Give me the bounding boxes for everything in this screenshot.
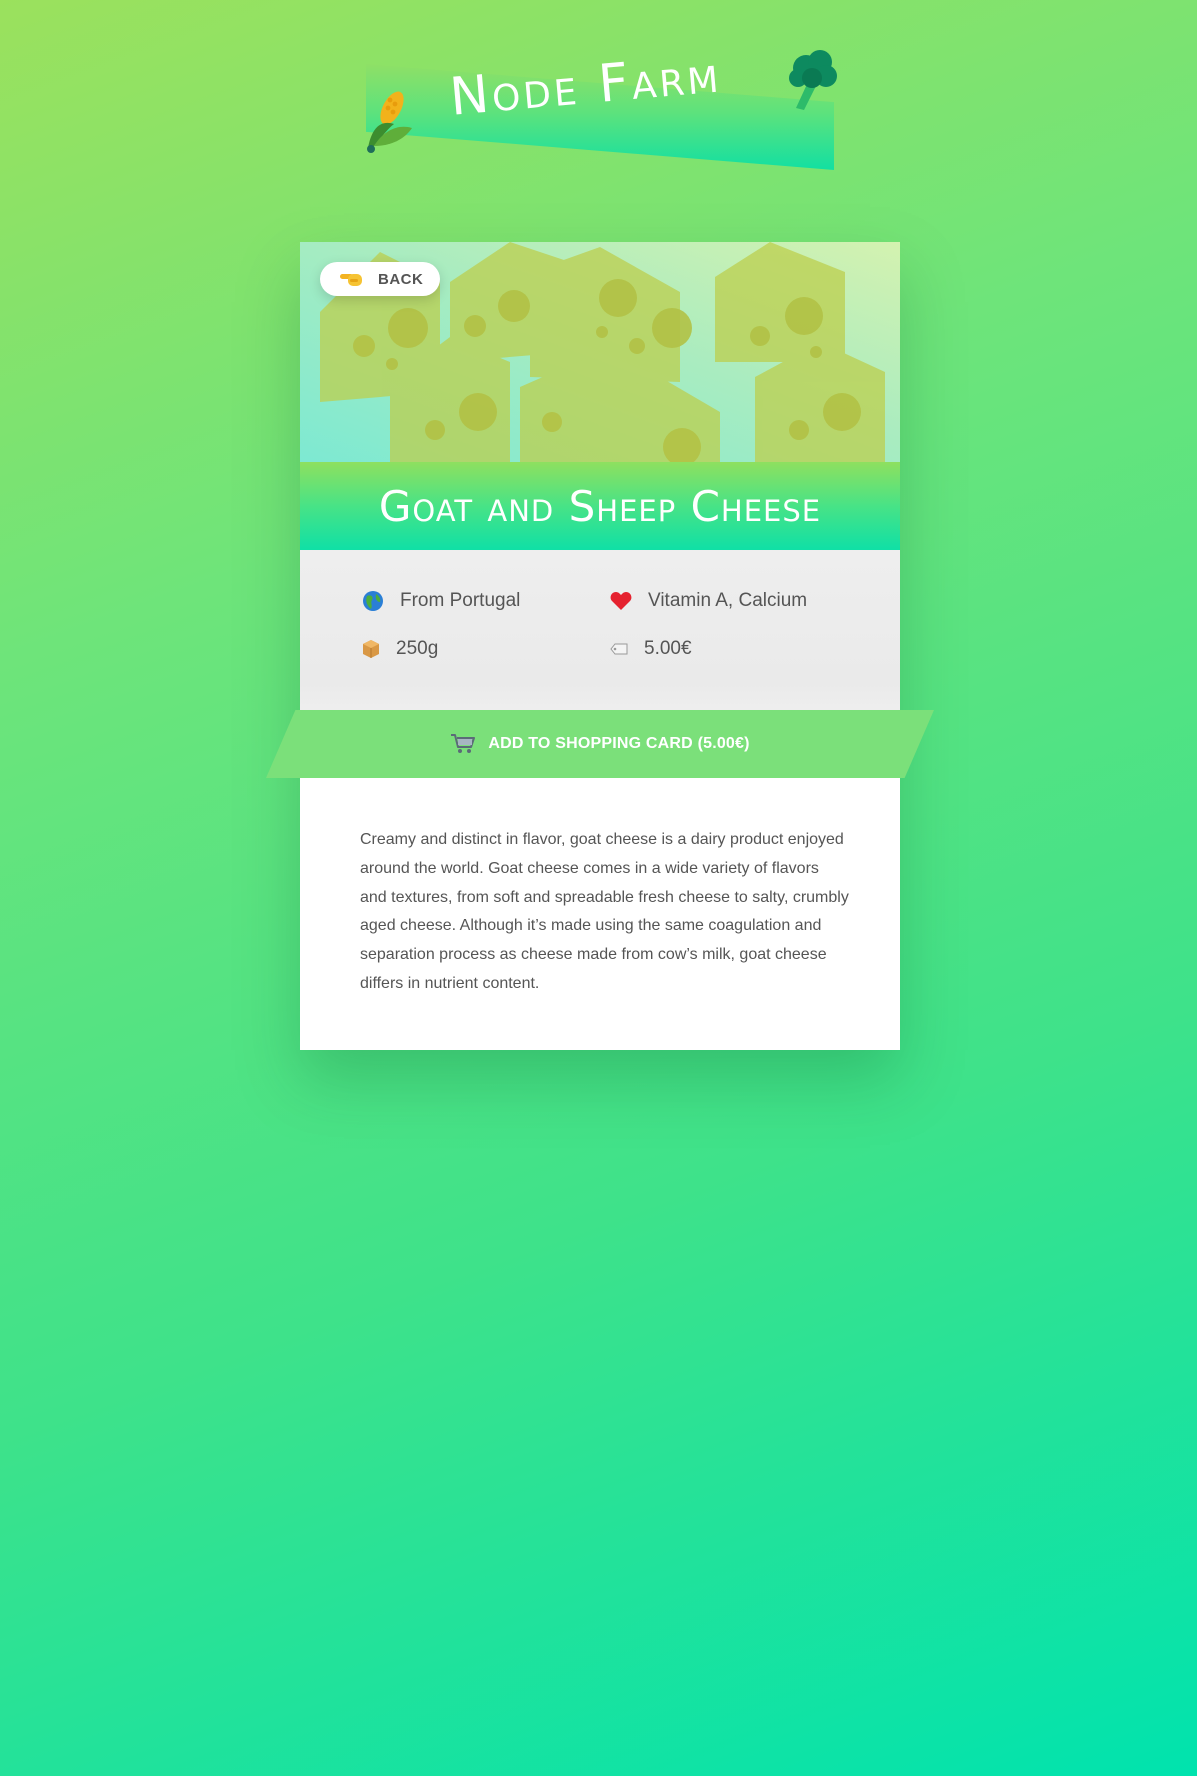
globe-icon [363,591,383,611]
quantity-label: 250g [396,638,439,659]
price-tag-icon [610,643,628,655]
add-to-cart-label: ADD TO SHOPPING CARD (5.00€) [488,735,750,752]
product-card: BACK Goat and Sheep Cheese From Portugal… [300,242,900,1050]
broccoli-icon [789,50,837,110]
add-to-cart-button[interactable]: ADD TO SHOPPING CARD (5.00€) [266,710,934,778]
price-label: 5.00€ [644,638,692,659]
product-nutrients: Vitamin A, Calcium [610,590,807,612]
corn-icon [367,91,412,153]
origin-label: From Portugal [400,590,521,611]
nutrients-label: Vitamin A, Calcium [648,590,808,611]
back-label: BACK [378,270,424,288]
product-origin: From Portugal [362,590,520,612]
product-price: 5.00€ [610,638,692,660]
product-name: Goat and Sheep Cheese [378,481,822,531]
heart-icon [610,592,632,610]
shopping-cart-icon [451,734,476,753]
product-description: Creamy and distinct in flavor, goat chee… [360,831,849,992]
site-logo[interactable]: Node Farm [362,44,842,178]
product-hero: BACK [300,242,900,462]
package-icon [363,640,379,658]
product-title-band: Goat and Sheep Cheese [300,462,900,550]
pointing-left-hand-icon [340,274,362,286]
back-button[interactable]: BACK [320,262,440,296]
product-quantity: 250g [362,638,438,660]
